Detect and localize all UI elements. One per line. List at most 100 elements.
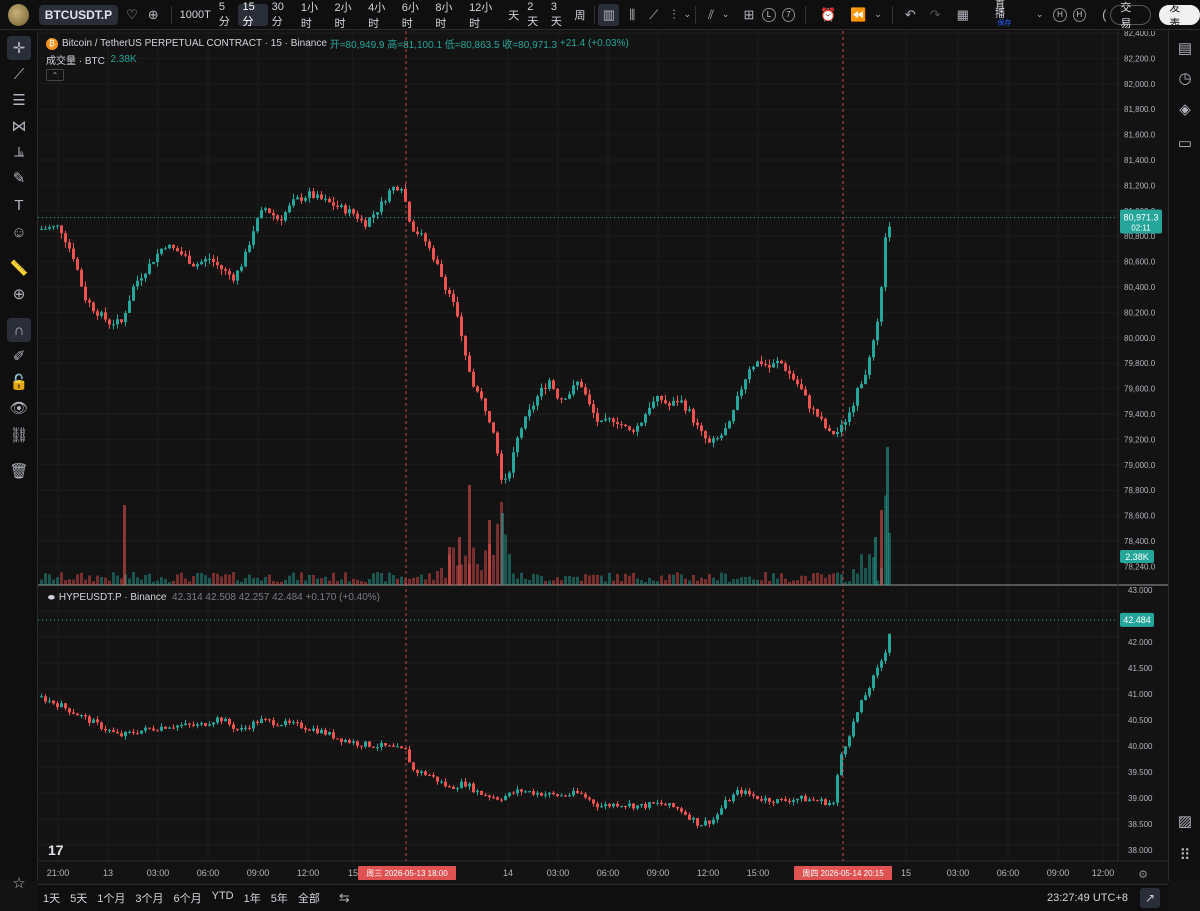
alerts-clock-icon[interactable]: ◷: [1173, 66, 1197, 90]
star-icon[interactable]: ☆: [7, 871, 31, 895]
volume-bar: [88, 575, 91, 585]
candle-body: [804, 389, 807, 396]
goto-date-icon[interactable]: ⇆: [339, 890, 350, 906]
clock[interactable]: 23:27:49 UTC+8: [1047, 892, 1128, 904]
range-button[interactable]: 5年: [266, 890, 293, 906]
compare-heart-icon[interactable]: ♡: [126, 7, 138, 23]
collapse-legend-icon[interactable]: ⌃: [46, 69, 64, 81]
chart-area[interactable]: 82,400.0 82,200.0 82,000.0 81,800.0 81,600.0…: [38, 31, 1168, 881]
candle-body: [596, 412, 599, 422]
ruler-icon[interactable]: 📏: [7, 256, 31, 280]
interval-button[interactable]: 6小时: [398, 2, 432, 30]
range-button[interactable]: 全部: [293, 890, 325, 906]
price-axis-label: 81,400.0: [1124, 156, 1156, 165]
range-button[interactable]: 5天: [65, 890, 92, 906]
indicators-icon[interactable]: ⫽: [708, 7, 714, 23]
pattern-icon[interactable]: ⋈: [7, 114, 31, 138]
interval-button[interactable]: 2小时: [331, 2, 365, 30]
candle-body: [572, 385, 575, 395]
apps-grid-icon[interactable]: ⠿: [1173, 843, 1197, 867]
text-icon[interactable]: T: [7, 193, 31, 217]
link-icon[interactable]: ⛓: [7, 423, 31, 447]
candle-body: [856, 388, 859, 406]
replay-icon[interactable]: ⏪: [850, 7, 866, 23]
candle-body: [332, 732, 335, 739]
badge-7[interactable]: 7: [781, 7, 796, 22]
redo-icon[interactable]: ↷: [930, 7, 941, 23]
eye-icon[interactable]: 👁: [7, 396, 31, 420]
chart-canvas[interactable]: 82,400.0 82,200.0 82,000.0 81,800.0 81,600.0…: [38, 31, 1168, 881]
interval-button[interactable]: 天: [504, 4, 523, 26]
layout-grid-icon[interactable]: ⊞: [743, 7, 754, 23]
interval-button[interactable]: 4小时: [364, 2, 398, 30]
chevron-down-icon[interactable]: ⌄: [684, 9, 692, 20]
range-button[interactable]: 3个月: [130, 890, 168, 906]
chat-icon[interactable]: ▭: [1173, 131, 1197, 155]
badge-h2[interactable]: H: [1072, 7, 1087, 22]
volume-bar: [660, 575, 663, 585]
interval-button[interactable]: 15分: [238, 1, 268, 28]
notes-icon[interactable]: ▨: [1173, 809, 1197, 833]
volume-bar: [204, 575, 207, 585]
range-button[interactable]: 1天: [38, 890, 65, 906]
volume-bar: [484, 550, 487, 585]
interval-button[interactable]: 8小时: [431, 2, 465, 30]
interval-button[interactable]: 5分: [215, 1, 239, 28]
live-button[interactable]: 直播 保存: [995, 1, 1014, 28]
chevron-down-icon[interactable]: ⌄: [874, 9, 882, 20]
candle-body: [836, 775, 839, 803]
candles-icon[interactable]: ▥: [598, 3, 620, 26]
trade-button[interactable]: 交易: [1110, 2, 1152, 30]
interval-button[interactable]: 周: [571, 4, 590, 26]
prediction-icon[interactable]: ⫡: [7, 140, 31, 164]
tradingview-logo[interactable]: 17: [48, 842, 64, 858]
lock-icon[interactable]: 🔓: [7, 370, 31, 394]
interval-button[interactable]: 1000T: [176, 4, 215, 26]
crosshair-icon[interactable]: ✛: [7, 36, 31, 60]
range-button[interactable]: 1年: [239, 890, 266, 906]
user-avatar[interactable]: [8, 3, 29, 26]
fullscreen-icon[interactable]: ↗: [1140, 888, 1160, 908]
bars-icon[interactable]: ⫼: [629, 7, 635, 23]
magnet-icon[interactable]: ∩: [7, 318, 31, 342]
candle-body: [280, 219, 283, 221]
zoom-icon[interactable]: ⊕: [7, 282, 31, 306]
main-legend-title[interactable]: Bitcoin / TetherUS PERPETUAL CONTRACT · …: [62, 38, 327, 49]
candle-body: [52, 700, 55, 704]
range-button[interactable]: YTD: [207, 890, 239, 906]
symbol-search-button[interactable]: BTCUSDT.P: [38, 4, 119, 25]
badge-l[interactable]: L: [762, 7, 776, 22]
fib-icon[interactable]: ☰: [7, 88, 31, 112]
baseline-icon[interactable]: ⫶: [672, 7, 675, 23]
interval-button[interactable]: 2天: [523, 1, 547, 28]
interval-button[interactable]: 1小时: [297, 2, 331, 30]
candle-body: [168, 727, 171, 729]
publish-button[interactable]: 发表: [1159, 2, 1200, 30]
undo-icon[interactable]: ↶: [905, 7, 916, 23]
trash-icon[interactable]: 🗑: [7, 459, 31, 483]
chevron-down-icon[interactable]: ⌄: [722, 9, 730, 20]
volume-bar: [164, 579, 167, 585]
alert-icon[interactable]: ⏰: [820, 7, 836, 23]
emoji-icon[interactable]: ☺: [7, 220, 31, 244]
interval-button[interactable]: 12小时: [465, 2, 504, 30]
add-symbol-icon[interactable]: ⊕: [148, 7, 159, 23]
range-button[interactable]: 1个月: [92, 890, 130, 906]
interval-button[interactable]: 3天: [547, 1, 571, 28]
interval-button[interactable]: 30分: [268, 1, 297, 28]
candle-body: [452, 786, 455, 790]
trend-line-icon[interactable]: ⟋: [7, 62, 31, 86]
watchlist-icon[interactable]: ▤: [1173, 36, 1197, 60]
table-icon[interactable]: ▦: [957, 7, 969, 23]
sub-legend-title[interactable]: HYPEUSDT.P · Binance: [59, 592, 167, 603]
layers-icon[interactable]: ◈: [1173, 97, 1197, 121]
line-chart-icon[interactable]: ⟋: [649, 7, 658, 23]
chevron-down-icon[interactable]: ⌄: [1036, 9, 1044, 20]
brush-icon[interactable]: ✎: [7, 166, 31, 190]
badge-h1[interactable]: H: [1053, 7, 1067, 22]
price-axis-label: 82,200.0: [1124, 54, 1156, 63]
lock-drawing-icon[interactable]: ✐: [7, 344, 31, 368]
settings-gear-icon[interactable]: ⚙: [1138, 868, 1148, 881]
candle-body: [464, 336, 467, 356]
range-button[interactable]: 6个月: [169, 890, 207, 906]
